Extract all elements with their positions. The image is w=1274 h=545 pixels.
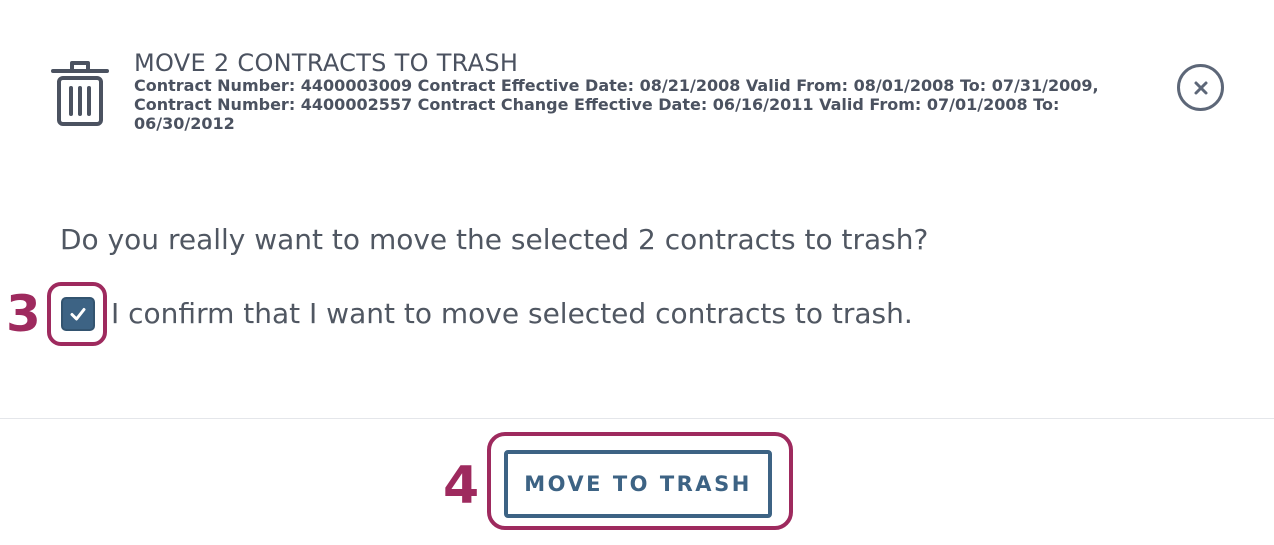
trash-icon (51, 61, 109, 126)
move-to-trash-button[interactable]: MOVE TO TRASH (504, 450, 772, 518)
checkmark-icon (70, 308, 86, 321)
step-3-marker: 3 (6, 285, 41, 343)
confirmation-question: Do you really want to move the selected … (60, 223, 929, 256)
close-button[interactable] (1177, 64, 1224, 111)
step-4-marker: 4 (443, 456, 480, 516)
close-icon (1194, 81, 1207, 94)
contract-details: Contract Number: 4400003009 Contract Eff… (134, 76, 1099, 133)
dialog-header: MOVE 2 CONTRACTS TO TRASH Contract Numbe… (0, 0, 1274, 175)
move-to-trash-dialog: MOVE 2 CONTRACTS TO TRASH Contract Numbe… (0, 0, 1274, 545)
confirm-checkbox-label[interactable]: I confirm that I want to move selected c… (111, 296, 913, 332)
footer-divider (0, 418, 1274, 419)
confirm-checkbox[interactable] (61, 297, 95, 331)
dialog-title: MOVE 2 CONTRACTS TO TRASH (134, 49, 519, 77)
